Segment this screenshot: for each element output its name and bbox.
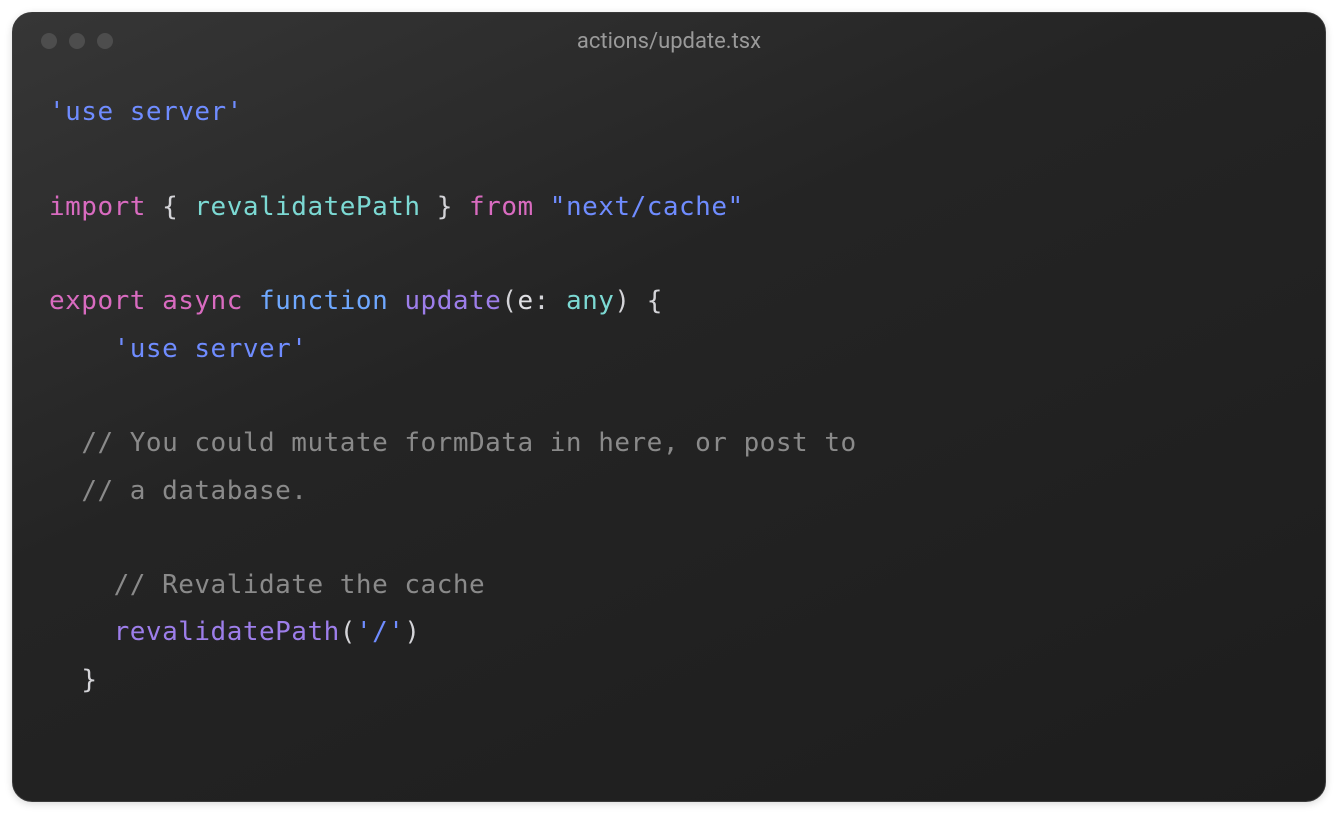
code-line: // a database. (49, 468, 1289, 515)
space-token (243, 286, 259, 316)
param-token: e (517, 286, 533, 316)
code-line: // Revalidate the cache (49, 562, 1289, 609)
space-token (146, 286, 162, 316)
function-name-token: update (404, 286, 501, 316)
window-minimize-dot[interactable] (69, 33, 85, 49)
window-zoom-dot[interactable] (97, 33, 113, 49)
code-line (49, 515, 1289, 562)
code-line (49, 136, 1289, 183)
window-controls (41, 33, 113, 49)
code-line: revalidatePath('/') (49, 609, 1289, 656)
window-close-dot[interactable] (41, 33, 57, 49)
code-line: 'use server' (49, 89, 1289, 136)
code-area[interactable]: 'use server' import { revalidatePath } f… (13, 65, 1325, 728)
string-token: 'use server' (49, 97, 243, 127)
keyword-token: import (49, 192, 146, 222)
code-line (49, 373, 1289, 420)
punct-token: } (421, 192, 469, 222)
space-token (631, 286, 647, 316)
punct-token: } (81, 665, 97, 695)
indent-token (49, 476, 81, 506)
indent-token (49, 665, 81, 695)
keyword-token: export (49, 286, 146, 316)
string-token: '/' (356, 617, 404, 647)
code-line: 'use server' (49, 326, 1289, 373)
punct-token: ) (614, 286, 630, 316)
space-token (388, 286, 404, 316)
code-line: import { revalidatePath } from "next/cac… (49, 184, 1289, 231)
string-token: "next/cache" (550, 192, 744, 222)
code-line: export async function update(e: any) { (49, 278, 1289, 325)
indent-token (49, 334, 114, 364)
code-line: } (49, 657, 1289, 704)
code-line (49, 231, 1289, 278)
comment-token: // Revalidate the cache (114, 570, 486, 600)
comment-token: // a database. (81, 476, 307, 506)
indent-token (49, 570, 114, 600)
indent-token (49, 617, 114, 647)
code-line: // You could mutate formData in here, or… (49, 420, 1289, 467)
punct-token: { (647, 286, 663, 316)
space-token (534, 192, 550, 222)
file-name-label: actions/update.tsx (577, 29, 761, 54)
keyword-token: from (469, 192, 534, 222)
indent-token (49, 428, 81, 458)
punct-token: ( (340, 617, 356, 647)
punct-token: : (534, 286, 566, 316)
type-token: any (566, 286, 614, 316)
punct-token: ( (501, 286, 517, 316)
comment-token: // You could mutate formData in here, or… (81, 428, 856, 458)
punct-token: ) (404, 617, 420, 647)
editor-window: actions/update.tsx 'use server' import {… (12, 12, 1326, 802)
keyword-token: function (259, 286, 388, 316)
punct-token: { (146, 192, 194, 222)
titlebar: actions/update.tsx (13, 13, 1325, 65)
string-token: 'use server' (114, 334, 308, 364)
identifier-token: revalidatePath (194, 192, 420, 222)
keyword-token: async (162, 286, 243, 316)
function-call-token: revalidatePath (114, 617, 340, 647)
